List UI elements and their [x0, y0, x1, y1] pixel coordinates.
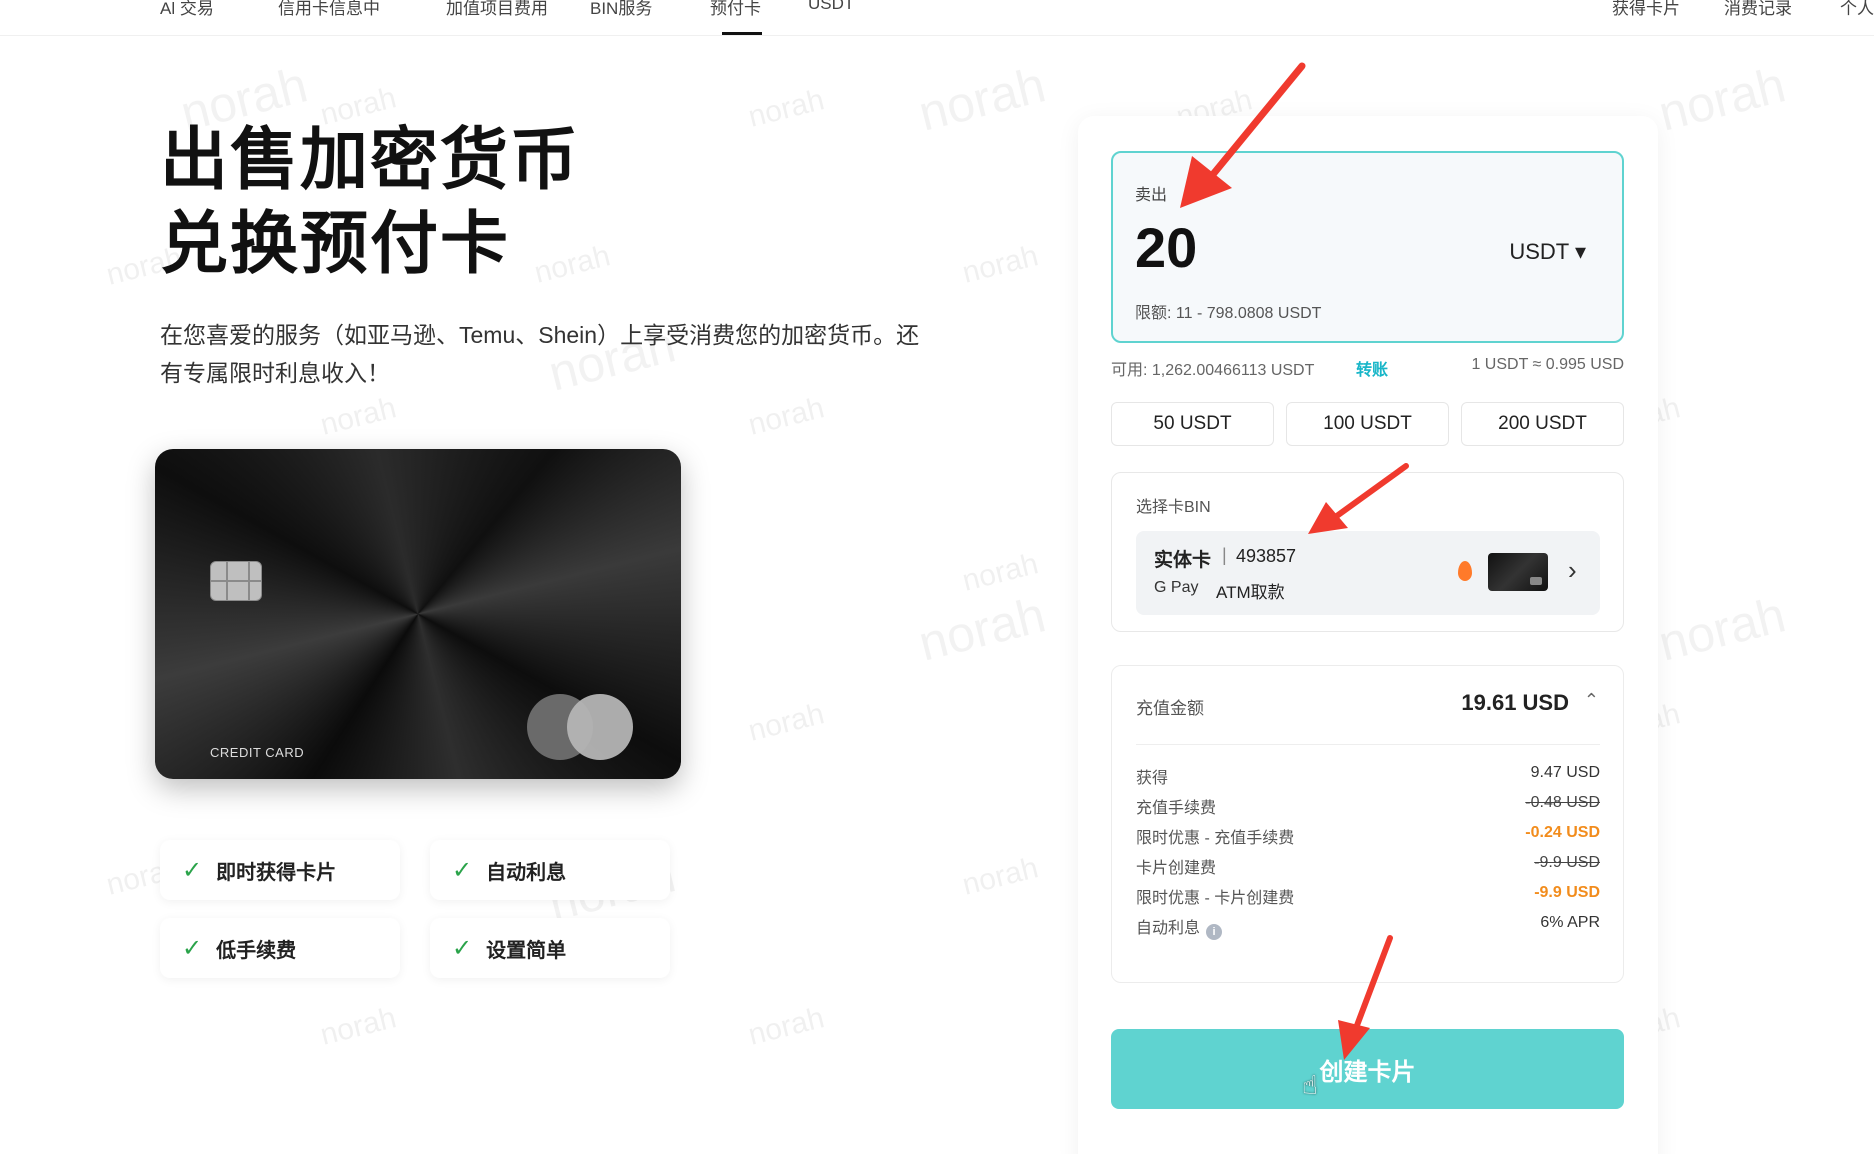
row-key: 获得	[1136, 770, 1169, 787]
watermark: norah	[745, 1001, 828, 1052]
summary-row-topup-fee: 充值手续费 -0.48 USD	[1136, 794, 1600, 820]
nav-item-card-info[interactable]: 信用卡信息中	[278, 0, 380, 19]
nav-item-spending[interactable]: 消费记录	[1724, 0, 1792, 19]
summary-row-receive: 获得 9.47 USD	[1136, 764, 1600, 790]
credit-card-image: CREDIT CARD	[155, 449, 681, 779]
card-label: CREDIT CARD	[210, 745, 305, 760]
feature-label: 低手续费	[216, 939, 297, 962]
nav-item-profile[interactable]: 个人	[1840, 0, 1874, 19]
watermark: norah	[959, 239, 1042, 290]
row-value: -9.9 USD	[1534, 854, 1600, 871]
feature-auto-interest: ✓ 自动利息	[430, 840, 670, 900]
hero-title: 出售加密货币 兑换预付卡	[160, 118, 580, 286]
watermark: norah	[959, 547, 1042, 598]
row-value: -0.48 USD	[1525, 794, 1600, 811]
sell-label: 卖出	[1135, 187, 1168, 204]
nav-item-fees[interactable]: 加值项目费用	[446, 0, 548, 19]
bin-card-type: 实体卡	[1154, 550, 1212, 571]
sell-amount-box: 卖出 USDT ▾ 限额: 11 - 798.0808 USDT	[1111, 151, 1624, 343]
row-key: 限时优惠 - 卡片创建费	[1136, 890, 1295, 907]
check-icon: ✓	[182, 856, 203, 884]
divider	[1136, 744, 1600, 745]
feature-easy-setup: ✓ 设置简单	[430, 918, 670, 978]
transfer-link[interactable]: 转账	[1356, 356, 1388, 380]
watermark: norah	[1653, 56, 1791, 142]
row-value: -0.24 USD	[1525, 824, 1600, 841]
chevron-right-icon: ›	[1568, 555, 1577, 585]
watermark: norah	[1653, 586, 1791, 672]
nav-item-usdt[interactable]: USDT	[808, 0, 854, 14]
nav-item-prepaid-card[interactable]: 预付卡	[710, 0, 761, 19]
watermark: norah	[745, 391, 828, 442]
topup-amount-label: 充值金额	[1136, 699, 1204, 718]
bin-option-physical[interactable]: 实体卡 | 493857 G Pay ATM取款 ›	[1136, 531, 1600, 615]
summary-row-topup-fee-promo: 限时优惠 - 充值手续费 -0.24 USD	[1136, 824, 1600, 850]
watermark: norah	[317, 391, 400, 442]
watermark: norah	[913, 586, 1051, 672]
preset-50-button[interactable]: 50 USDT	[1111, 402, 1274, 446]
row-key: 充值手续费	[1136, 800, 1217, 817]
bin-number: 493857	[1236, 546, 1297, 566]
hot-flame-icon	[1458, 561, 1472, 581]
summary-row-card-fee-promo: 限时优惠 - 卡片创建费 -9.9 USD	[1136, 884, 1600, 910]
row-key: 卡片创建费	[1136, 860, 1217, 877]
info-icon[interactable]: i	[1206, 924, 1223, 940]
hand-cursor-icon: ☝	[1302, 1070, 1318, 1100]
top-nav: Al 交易 信用卡信息中 加值项目费用 BIN服务 预付卡 USDT 获得卡片 …	[0, 0, 1874, 36]
row-key-text: 自动利息	[1136, 920, 1201, 937]
nav-item-get-card[interactable]: 获得卡片	[1612, 0, 1680, 19]
preset-100-button[interactable]: 100 USDT	[1286, 402, 1449, 446]
summary-row-auto-interest: 自动利息 i 6% APR	[1136, 914, 1600, 940]
row-value: 9.47 USD	[1530, 764, 1600, 781]
watermark: norah	[745, 83, 828, 134]
sell-limit: 限额: 11 - 798.0808 USDT	[1135, 305, 1322, 322]
chevron-up-icon[interactable]: ⌃	[1584, 690, 1599, 711]
bin-separator: |	[1222, 545, 1227, 565]
create-card-button[interactable]: 创建卡片	[1111, 1029, 1624, 1109]
card-thumbnail	[1488, 553, 1548, 591]
feature-instant-card: ✓ 即时获得卡片	[160, 840, 400, 900]
active-tab-indicator	[722, 32, 762, 35]
feature-label: 自动利息	[486, 861, 567, 884]
preset-200-button[interactable]: 200 USDT	[1461, 402, 1624, 446]
topup-summary: 充值金额 19.61 USD ⌃ 获得 9.47 USD 充值手续费 -0.48…	[1111, 665, 1624, 983]
row-key: 限时优惠 - 充值手续费	[1136, 830, 1295, 847]
check-icon: ✓	[452, 856, 473, 884]
nav-item-bin[interactable]: BIN服务	[590, 0, 652, 19]
exchange-rate: 1 USDT ≈ 0.995 USD	[1471, 356, 1624, 373]
sell-amount-input[interactable]	[1135, 215, 1395, 280]
row-key: 自动利息 i	[1136, 914, 1223, 940]
row-value: -9.9 USD	[1534, 884, 1600, 901]
card-chip-icon	[210, 561, 262, 601]
watermark: norah	[317, 1001, 400, 1052]
watermark: norah	[913, 56, 1051, 142]
row-value: 6% APR	[1540, 914, 1600, 931]
card-network-logo-right	[567, 694, 633, 760]
google-pay-icon: G Pay	[1154, 579, 1199, 596]
hero-title-line2: 兑换预付卡	[160, 206, 511, 282]
currency-dropdown[interactable]: USDT ▾	[1509, 239, 1586, 265]
feature-low-fee: ✓ 低手续费	[160, 918, 400, 978]
check-icon: ✓	[182, 934, 203, 962]
atm-withdraw-tag: ATM取款	[1216, 583, 1285, 602]
bin-selector: 选择卡BIN 实体卡 | 493857 G Pay ATM取款 ›	[1111, 472, 1624, 632]
watermark: norah	[745, 697, 828, 748]
check-icon: ✓	[452, 934, 473, 962]
summary-row-card-fee: 卡片创建费 -9.9 USD	[1136, 854, 1600, 880]
feature-label: 即时获得卡片	[216, 861, 337, 884]
hero-title-line1: 出售加密货币	[160, 122, 581, 198]
nav-item-ai-trade[interactable]: Al 交易	[160, 0, 214, 19]
watermark: norah	[959, 851, 1042, 902]
bin-label: 选择卡BIN	[1136, 499, 1211, 516]
feature-label: 设置简单	[486, 939, 567, 962]
topup-amount-value: 19.61 USD	[1461, 690, 1569, 715]
hero-description: 在您喜爱的服务（如亚马逊、Temu、Shein）上享受消费您的加密货币。还有专属…	[160, 322, 920, 386]
available-balance: 可用: 1,262.00466113 USDT	[1111, 362, 1315, 379]
